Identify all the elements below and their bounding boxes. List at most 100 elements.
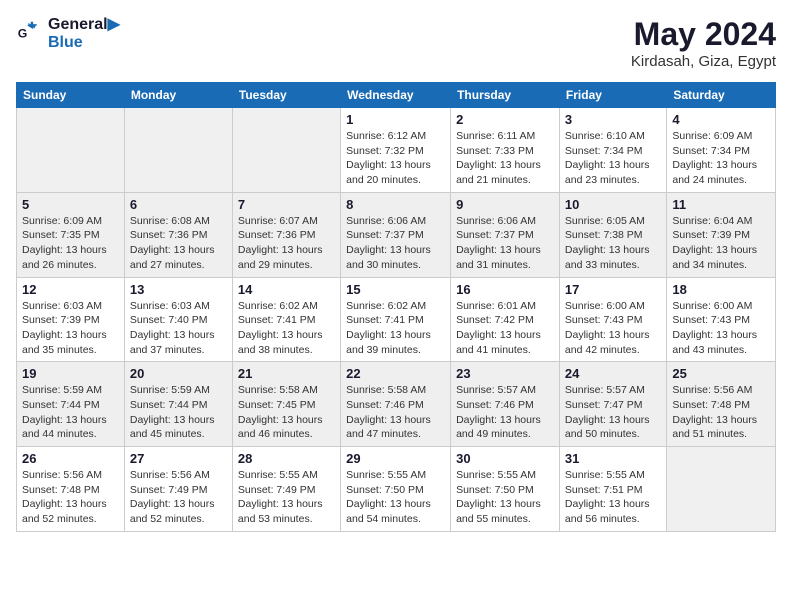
- day-info: Sunrise: 6:00 AMSunset: 7:43 PMDaylight:…: [565, 299, 661, 358]
- day-info: Sunrise: 6:03 AMSunset: 7:39 PMDaylight:…: [22, 299, 119, 358]
- calendar-week-5: 26Sunrise: 5:56 AMSunset: 7:48 PMDayligh…: [17, 447, 776, 532]
- day-number: 6: [130, 197, 227, 212]
- day-info: Sunrise: 6:12 AMSunset: 7:32 PMDaylight:…: [346, 129, 445, 188]
- day-info: Sunrise: 6:11 AMSunset: 7:33 PMDaylight:…: [456, 129, 554, 188]
- calendar-cell: 14 Sunrise: 6:02 AMSunset: 7:41 PMDayligh…: [232, 277, 340, 362]
- calendar-week-3: 12Sunrise: 6:03 AMSunset: 7:39 PMDayligh…: [17, 277, 776, 362]
- title-block: May 2024 Kirdasah, Giza, Egypt: [631, 16, 776, 70]
- day-info: Sunrise: 6:06 AMSunset: 7:37 PMDaylight:…: [456, 214, 554, 273]
- day-number: 22: [346, 366, 445, 381]
- day-number: 13: [130, 282, 227, 297]
- weekday-header-tuesday: Tuesday: [232, 83, 340, 108]
- calendar-cell: 3Sunrise: 6:10 AMSunset: 7:34 PMDaylight…: [559, 108, 666, 193]
- day-info: Sunrise: 6:05 AMSunset: 7:38 PMDaylight:…: [565, 214, 661, 273]
- day-info: Sunrise: 6:07 AMSunset: 7:36 PMDaylight:…: [238, 214, 335, 273]
- calendar-cell: 2 Sunrise: 6:11 AMSunset: 7:33 PMDaylight…: [451, 108, 560, 193]
- calendar-cell: 31Sunrise: 5:55 AMSunset: 7:51 PMDayligh…: [559, 447, 666, 532]
- day-number: 11: [672, 197, 770, 212]
- day-info: Sunrise: 5:55 AMSunset: 7:50 PMDaylight:…: [456, 468, 554, 527]
- weekday-header-wednesday: Wednesday: [341, 83, 451, 108]
- day-info: Sunrise: 5:55 AMSunset: 7:50 PMDaylight:…: [346, 468, 445, 527]
- day-info: Sunrise: 6:09 AMSunset: 7:35 PMDaylight:…: [22, 214, 119, 273]
- day-info: Sunrise: 6:08 AMSunset: 7:36 PMDaylight:…: [130, 214, 227, 273]
- calendar-cell: 24Sunrise: 5:57 AMSunset: 7:47 PMDayligh…: [559, 362, 666, 447]
- calendar-cell: 9 Sunrise: 6:06 AMSunset: 7:37 PMDaylight…: [451, 192, 560, 277]
- day-number: 23: [456, 366, 554, 381]
- day-number: 27: [130, 451, 227, 466]
- day-info: Sunrise: 6:06 AMSunset: 7:37 PMDaylight:…: [346, 214, 445, 273]
- calendar-cell: [232, 108, 340, 193]
- day-info: Sunrise: 5:58 AMSunset: 7:46 PMDaylight:…: [346, 383, 445, 442]
- day-info: Sunrise: 5:57 AMSunset: 7:46 PMDaylight:…: [456, 383, 554, 442]
- calendar-cell: 20Sunrise: 5:59 AMSunset: 7:44 PMDayligh…: [124, 362, 232, 447]
- calendar-cell: 21 Sunrise: 5:58 AMSunset: 7:45 PMDayligh…: [232, 362, 340, 447]
- calendar-cell: 25 Sunrise: 5:56 AMSunset: 7:48 PMDayligh…: [667, 362, 776, 447]
- day-number: 30: [456, 451, 554, 466]
- day-info: Sunrise: 6:02 AMSunset: 7:41 PMDaylight:…: [346, 299, 445, 358]
- day-info: Sunrise: 6:09 AMSunset: 7:34 PMDaylight:…: [672, 129, 770, 188]
- weekday-header-thursday: Thursday: [451, 83, 560, 108]
- day-info: Sunrise: 5:59 AMSunset: 7:44 PMDaylight:…: [22, 383, 119, 442]
- day-number: 3: [565, 112, 661, 127]
- page-header: G General▶ Blue May 2024 Kirdasah, Giza,…: [16, 16, 776, 70]
- day-number: 14: [238, 282, 335, 297]
- day-number: 7: [238, 197, 335, 212]
- calendar-week-1: 1 Sunrise: 6:12 AMSunset: 7:32 PMDaylight…: [17, 108, 776, 193]
- calendar-cell: 8 Sunrise: 6:06 AMSunset: 7:37 PMDaylight…: [341, 192, 451, 277]
- calendar-cell: 13 Sunrise: 6:03 AMSunset: 7:40 PMDayligh…: [124, 277, 232, 362]
- day-info: Sunrise: 6:02 AMSunset: 7:41 PMDaylight:…: [238, 299, 335, 358]
- day-info: Sunrise: 5:56 AMSunset: 7:48 PMDaylight:…: [672, 383, 770, 442]
- day-number: 18: [672, 282, 770, 297]
- calendar-cell: 26Sunrise: 5:56 AMSunset: 7:48 PMDayligh…: [17, 447, 125, 532]
- day-number: 1: [346, 112, 445, 127]
- calendar-cell: [17, 108, 125, 193]
- day-info: Sunrise: 5:59 AMSunset: 7:44 PMDaylight:…: [130, 383, 227, 442]
- calendar-cell: 11 Sunrise: 6:04 AMSunset: 7:39 PMDayligh…: [667, 192, 776, 277]
- day-number: 29: [346, 451, 445, 466]
- day-number: 28: [238, 451, 335, 466]
- calendar-cell: 5 Sunrise: 6:09 AMSunset: 7:35 PMDaylight…: [17, 192, 125, 277]
- weekday-header-friday: Friday: [559, 83, 666, 108]
- calendar-cell: 30 Sunrise: 5:55 AMSunset: 7:50 PMDayligh…: [451, 447, 560, 532]
- calendar-cell: 1 Sunrise: 6:12 AMSunset: 7:32 PMDaylight…: [341, 108, 451, 193]
- logo-text: General▶ Blue: [48, 16, 120, 51]
- day-info: Sunrise: 5:55 AMSunset: 7:49 PMDaylight:…: [238, 468, 335, 527]
- weekday-header-monday: Monday: [124, 83, 232, 108]
- day-number: 17: [565, 282, 661, 297]
- day-info: Sunrise: 6:04 AMSunset: 7:39 PMDaylight:…: [672, 214, 770, 273]
- day-number: 8: [346, 197, 445, 212]
- weekday-header-saturday: Saturday: [667, 83, 776, 108]
- calendar-cell: 19Sunrise: 5:59 AMSunset: 7:44 PMDayligh…: [17, 362, 125, 447]
- calendar-cell: [124, 108, 232, 193]
- day-info: Sunrise: 5:58 AMSunset: 7:45 PMDaylight:…: [238, 383, 335, 442]
- calendar-cell: [667, 447, 776, 532]
- day-number: 2: [456, 112, 554, 127]
- day-info: Sunrise: 5:56 AMSunset: 7:48 PMDaylight:…: [22, 468, 119, 527]
- day-number: 9: [456, 197, 554, 212]
- calendar-cell: 23 Sunrise: 5:57 AMSunset: 7:46 PMDayligh…: [451, 362, 560, 447]
- calendar-cell: 15Sunrise: 6:02 AMSunset: 7:41 PMDayligh…: [341, 277, 451, 362]
- day-info: Sunrise: 5:55 AMSunset: 7:51 PMDaylight:…: [565, 468, 661, 527]
- calendar-cell: 17 Sunrise: 6:00 AMSunset: 7:43 PMDayligh…: [559, 277, 666, 362]
- calendar-cell: 22 Sunrise: 5:58 AMSunset: 7:46 PMDayligh…: [341, 362, 451, 447]
- day-number: 4: [672, 112, 770, 127]
- calendar-cell: 16 Sunrise: 6:01 AMSunset: 7:42 PMDayligh…: [451, 277, 560, 362]
- day-info: Sunrise: 6:03 AMSunset: 7:40 PMDaylight:…: [130, 299, 227, 358]
- month-title: May 2024: [631, 16, 776, 53]
- day-number: 5: [22, 197, 119, 212]
- logo: G General▶ Blue: [16, 16, 120, 51]
- calendar-cell: 4 Sunrise: 6:09 AMSunset: 7:34 PMDaylight…: [667, 108, 776, 193]
- weekday-header-sunday: Sunday: [17, 83, 125, 108]
- calendar-cell: 12Sunrise: 6:03 AMSunset: 7:39 PMDayligh…: [17, 277, 125, 362]
- svg-text:G: G: [18, 26, 28, 40]
- calendar-week-2: 5 Sunrise: 6:09 AMSunset: 7:35 PMDaylight…: [17, 192, 776, 277]
- day-number: 21: [238, 366, 335, 381]
- day-number: 16: [456, 282, 554, 297]
- day-number: 25: [672, 366, 770, 381]
- calendar-cell: 6 Sunrise: 6:08 AMSunset: 7:36 PMDaylight…: [124, 192, 232, 277]
- day-info: Sunrise: 5:57 AMSunset: 7:47 PMDaylight:…: [565, 383, 661, 442]
- weekday-header-row: SundayMondayTuesdayWednesdayThursdayFrid…: [17, 83, 776, 108]
- day-info: Sunrise: 6:01 AMSunset: 7:42 PMDaylight:…: [456, 299, 554, 358]
- calendar-cell: 10Sunrise: 6:05 AMSunset: 7:38 PMDayligh…: [559, 192, 666, 277]
- logo-icon: G: [16, 20, 44, 48]
